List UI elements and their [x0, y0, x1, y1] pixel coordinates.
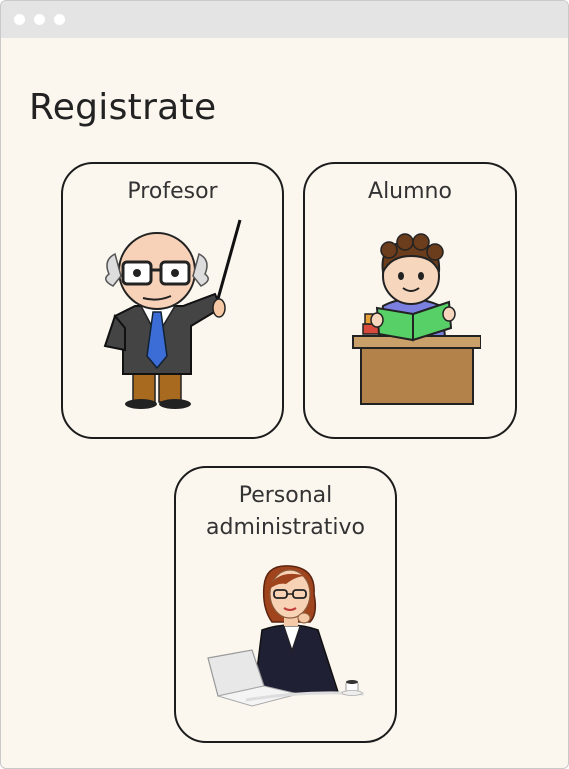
student-illustration	[352, 233, 481, 405]
role-label-personal-administrativo: Personal administrativo	[176, 480, 395, 544]
window-dot[interactable]	[14, 14, 25, 25]
role-label-alumno: Alumno	[368, 179, 452, 204]
role-label-profesor: Profesor	[127, 179, 218, 204]
window-dot[interactable]	[54, 14, 65, 25]
teacher-illustration	[103, 219, 242, 409]
page-title: Registrate	[29, 87, 217, 128]
window-titlebar	[1, 1, 568, 38]
role-label-line: Personal	[238, 483, 333, 508]
browser-window: Registrate Profesor Alumno Personal admi…	[0, 0, 569, 769]
role-label-line: administrativo	[206, 515, 365, 540]
role-card-alumno[interactable]: Alumno	[303, 162, 517, 439]
role-card-profesor[interactable]: Profesor	[61, 162, 284, 439]
window-dot[interactable]	[34, 14, 45, 25]
admin-staff-illustration	[207, 565, 365, 707]
role-card-personal-administrativo[interactable]: Personal administrativo	[174, 466, 397, 743]
